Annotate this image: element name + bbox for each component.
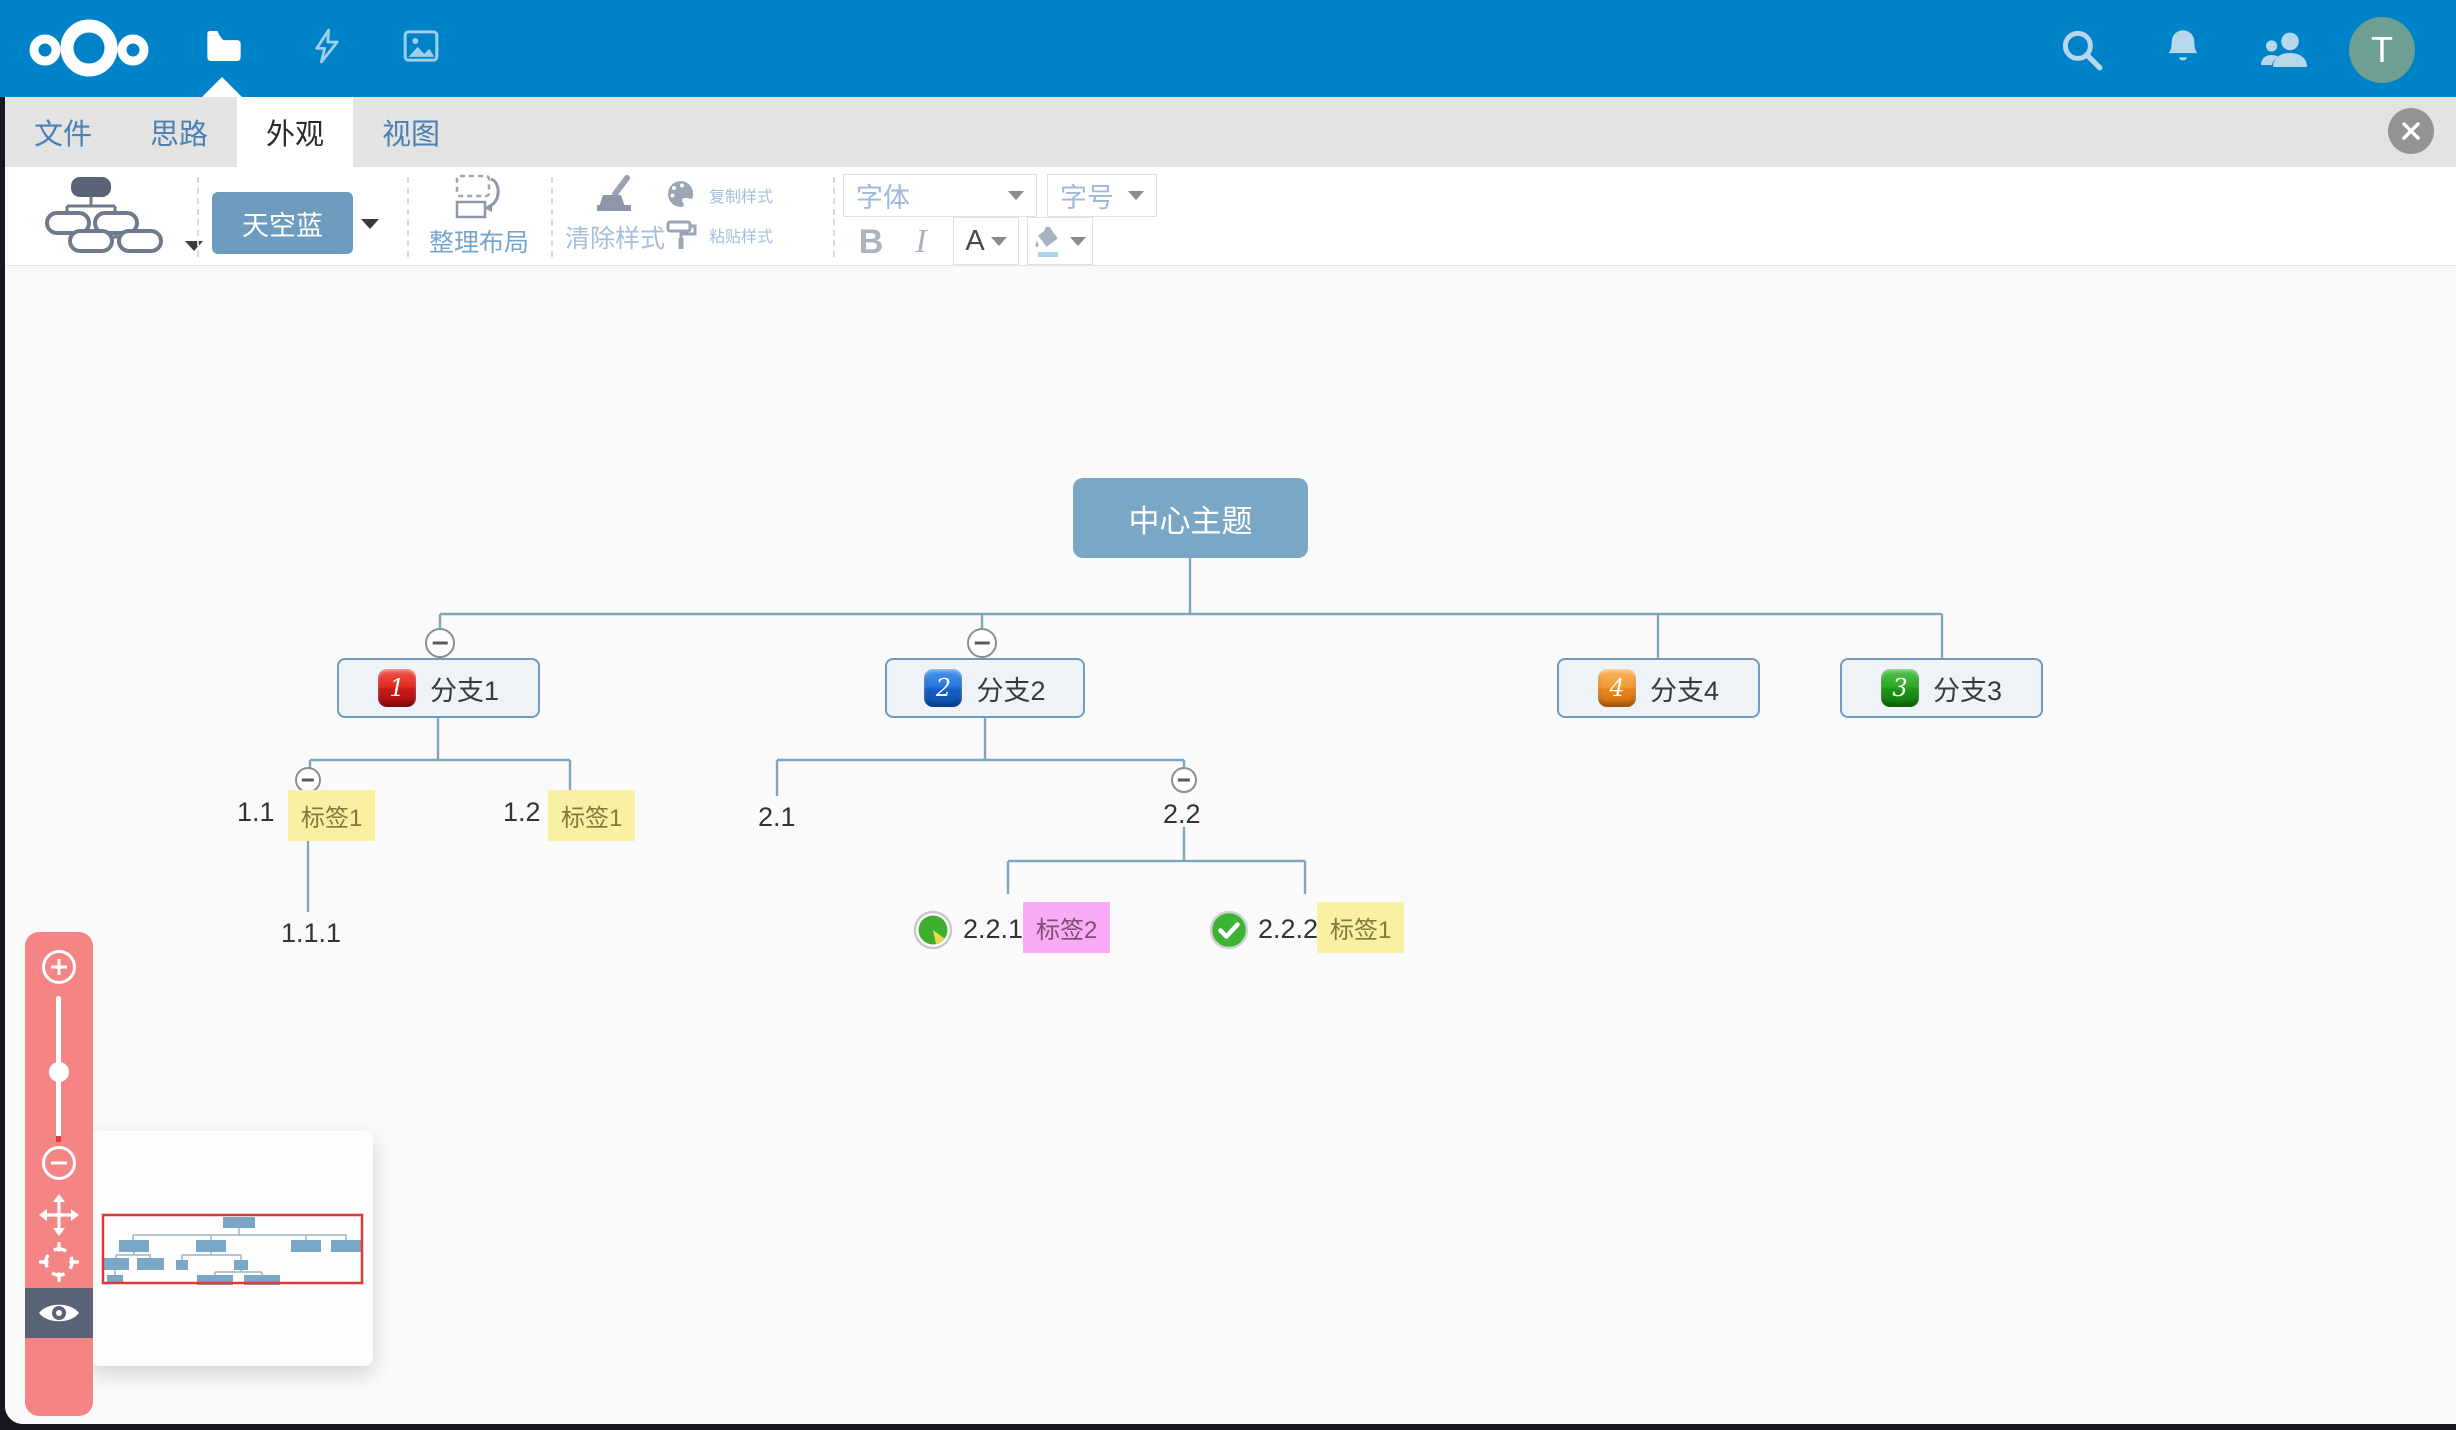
tab-file[interactable]: 文件 bbox=[5, 97, 121, 167]
search-icon[interactable] bbox=[2056, 24, 2106, 79]
notifications-bell-icon[interactable] bbox=[2158, 24, 2208, 79]
tag-label: 标签1 bbox=[288, 790, 375, 841]
italic-button[interactable]: I bbox=[903, 219, 939, 265]
progress-pie-icon[interactable] bbox=[913, 910, 953, 955]
copy-style-palette-icon bbox=[665, 179, 699, 211]
branch2-node[interactable]: 2 分支2 bbox=[885, 658, 1085, 718]
nextcloud-header: T bbox=[0, 0, 2456, 97]
zoom-slider-end bbox=[56, 1136, 61, 1142]
arrange-layout-icon bbox=[454, 173, 504, 221]
collapse-minus-icon[interactable] bbox=[967, 628, 997, 658]
user-avatar[interactable]: T bbox=[2349, 17, 2415, 83]
chevron-down-icon bbox=[1128, 191, 1144, 200]
zoom-slider-thumb[interactable] bbox=[49, 1062, 69, 1082]
node-2-2[interactable]: 2.2 bbox=[1163, 799, 1201, 830]
collapse-minus-icon[interactable] bbox=[425, 628, 455, 658]
clear-style-button[interactable]: 清除样式 bbox=[561, 175, 669, 255]
close-icon[interactable] bbox=[2388, 108, 2434, 154]
app-content: 文件 思路 外观 视图 bbox=[5, 97, 2456, 1424]
branch1-node[interactable]: 1 分支1 bbox=[337, 658, 540, 718]
bold-button[interactable]: B bbox=[851, 219, 891, 265]
toolbar-divider bbox=[833, 177, 835, 257]
tag-label: 标签2 bbox=[1023, 902, 1110, 953]
zoom-control-panel bbox=[25, 932, 93, 1416]
branch4-node[interactable]: 4 分支4 bbox=[1557, 658, 1760, 718]
minimap-tree bbox=[103, 1217, 361, 1285]
files-app-icon[interactable] bbox=[204, 26, 244, 71]
collapse-minus-icon[interactable] bbox=[1171, 767, 1197, 793]
km-tab-bar: 文件 思路 外观 视图 bbox=[5, 97, 2456, 167]
toolbar-divider bbox=[551, 177, 553, 257]
chevron-down-icon bbox=[1008, 191, 1024, 200]
theme-select-button[interactable]: 天空蓝 bbox=[212, 192, 353, 254]
avatar-initial: T bbox=[2371, 29, 2393, 71]
task-done-check-icon[interactable] bbox=[1209, 910, 1249, 955]
mindmap-app-window: T 文件 思路 外观 视图 bbox=[0, 0, 2456, 1430]
font-family-select[interactable]: 字体 bbox=[843, 174, 1037, 217]
font-color-button[interactable]: A bbox=[953, 217, 1019, 265]
priority-4-icon: 4 bbox=[1598, 669, 1636, 707]
photos-app-icon[interactable] bbox=[400, 26, 442, 71]
font-size-select[interactable]: 字号 bbox=[1047, 174, 1157, 217]
activity-app-icon[interactable] bbox=[308, 26, 346, 71]
tab-view[interactable]: 视图 bbox=[353, 97, 469, 167]
arrange-layout-button[interactable]: 整理布局 bbox=[421, 173, 537, 259]
central-topic-node[interactable]: 中心主题 bbox=[1073, 478, 1308, 558]
mindmap-canvas[interactable]: 中心主题 1 分支1 2 分支2 4 分支4 3 分支3 1.1 标签1 bbox=[5, 266, 2456, 1424]
node-2-2-2[interactable]: 2.2.2 bbox=[1258, 914, 1318, 945]
priority-3-icon: 3 bbox=[1881, 669, 1919, 707]
active-app-pointer bbox=[202, 77, 242, 97]
navigator-panel bbox=[91, 1131, 373, 1366]
template-orgchart-icon bbox=[33, 173, 165, 253]
theme-dropdown-caret[interactable] bbox=[361, 219, 379, 229]
template-select-button[interactable] bbox=[33, 173, 193, 261]
toolbar-divider bbox=[197, 177, 199, 257]
theme-label: 天空蓝 bbox=[242, 204, 323, 243]
node-1-1[interactable]: 1.1 bbox=[237, 797, 275, 828]
background-color-button[interactable] bbox=[1027, 217, 1093, 265]
clear-style-brush-icon bbox=[593, 175, 637, 217]
priority-2-icon: 2 bbox=[924, 669, 962, 707]
tab-idea[interactable]: 思路 bbox=[121, 97, 237, 167]
contacts-icon[interactable] bbox=[2258, 24, 2310, 79]
appearance-toolbar: 天空蓝 整理布局 清除样式 bbox=[5, 167, 2456, 266]
branch3-node[interactable]: 3 分支3 bbox=[1840, 658, 2043, 718]
tab-appearance[interactable]: 外观 bbox=[237, 97, 353, 167]
paste-style-roller-icon bbox=[665, 219, 699, 251]
tag-label: 标签1 bbox=[548, 790, 635, 841]
tag-label: 标签1 bbox=[1317, 902, 1404, 953]
paste-style-button[interactable]: 粘贴样式 bbox=[665, 219, 773, 251]
template-dropdown-caret[interactable] bbox=[185, 241, 203, 251]
chevron-down-icon bbox=[991, 237, 1007, 246]
toggle-navigator-eye-icon[interactable] bbox=[25, 1288, 93, 1338]
pan-move-icon[interactable] bbox=[39, 1194, 79, 1241]
nextcloud-logo-icon[interactable] bbox=[25, 13, 153, 90]
node-1-2[interactable]: 1.2 bbox=[503, 797, 541, 828]
node-2-2-1[interactable]: 2.2.1 bbox=[963, 914, 1023, 945]
priority-1-icon: 1 bbox=[378, 669, 416, 707]
toolbar-divider bbox=[407, 177, 409, 257]
zoom-in-icon[interactable] bbox=[42, 950, 76, 984]
paint-bucket-icon bbox=[1034, 224, 1064, 258]
node-1-1-1[interactable]: 1.1.1 bbox=[281, 918, 341, 949]
zoom-out-icon[interactable] bbox=[42, 1146, 76, 1180]
node-2-1[interactable]: 2.1 bbox=[758, 802, 796, 833]
chevron-down-icon bbox=[1070, 237, 1086, 246]
locate-center-icon[interactable] bbox=[39, 1242, 79, 1287]
copy-style-button[interactable]: 复制样式 bbox=[665, 179, 773, 211]
